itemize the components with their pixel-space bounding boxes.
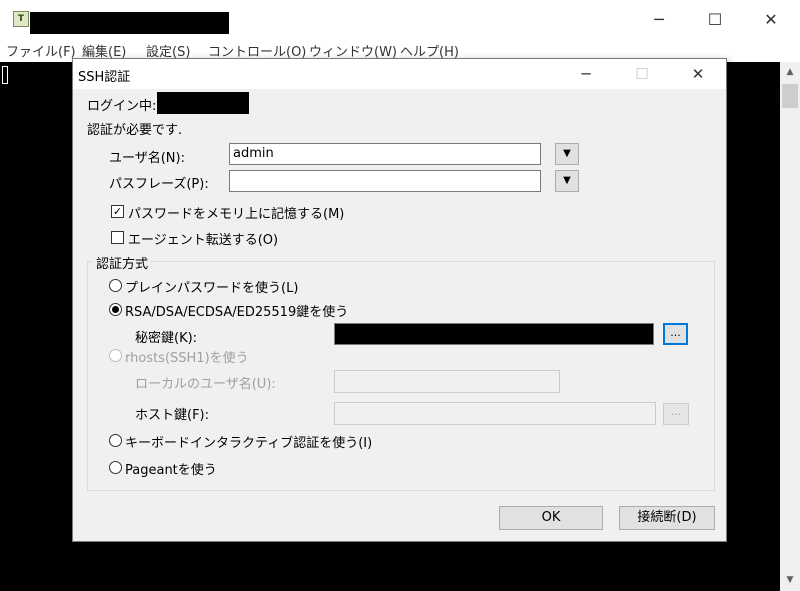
rhosts-label: rhosts(SSH1)を使う	[125, 351, 249, 366]
teraterm-icon: T	[13, 11, 29, 27]
dialog-title: SSH認証	[78, 70, 131, 85]
ssh-auth-dialog: SSH認証 ─ ☐ ✕ ログイン中: 認証が必要です. ユーザ名(N): adm…	[72, 58, 727, 542]
remember-password-checkbox[interactable]: ✓	[111, 205, 124, 218]
host-key-browse-button: ...	[663, 403, 689, 425]
minimize-button[interactable]: ─	[636, 6, 682, 34]
pageant-radio[interactable]	[109, 461, 122, 474]
private-key-browse-button[interactable]: ...	[663, 323, 688, 345]
keyboard-interactive-radio[interactable]	[109, 434, 122, 447]
auth-required-text: 認証が必要です.	[87, 123, 183, 138]
local-user-label: ローカルのユーザ名(U):	[135, 377, 276, 392]
rsa-key-radio[interactable]	[109, 303, 122, 316]
agent-forward-checkbox[interactable]	[111, 231, 124, 244]
agent-forward-label: エージェント転送する(O)	[128, 233, 279, 248]
dialog-titlebar: SSH認証 ─ ☐ ✕	[73, 59, 726, 89]
passphrase-dropdown-icon[interactable]: ▼	[555, 170, 579, 192]
redacted-login-host	[157, 92, 249, 114]
scroll-up-arrow-icon[interactable]: ▲	[780, 62, 800, 82]
remember-password-label: パスワードをメモリ上に記憶する(M)	[128, 207, 345, 222]
plain-password-label: プレインパスワードを使う(L)	[125, 281, 299, 296]
host-key-label: ホスト鍵(F):	[135, 408, 210, 423]
dialog-close-button[interactable]: ✕	[675, 59, 721, 89]
username-label: ユーザ名(N):	[109, 151, 185, 166]
passphrase-label: パスフレーズ(P):	[109, 177, 209, 192]
passphrase-input[interactable]	[229, 170, 541, 192]
scroll-thumb[interactable]	[782, 84, 798, 108]
rhosts-radio	[109, 349, 122, 362]
auth-method-group-label: 認証方式	[93, 253, 152, 272]
host-key-input	[334, 402, 656, 425]
local-user-input	[334, 370, 560, 393]
close-button[interactable]: ✕	[748, 6, 794, 34]
private-key-label: 秘密鍵(K):	[135, 331, 198, 346]
menu-file[interactable]: ファイル(F)	[6, 41, 76, 60]
dialog-maximize-button: ☐	[635, 65, 649, 83]
login-label: ログイン中:	[87, 99, 157, 114]
plain-password-radio[interactable]	[109, 279, 122, 292]
window-titlebar: T ─ ☐ ✕	[0, 0, 800, 38]
private-key-input-redacted[interactable]	[334, 323, 654, 345]
keyboard-interactive-label: キーボードインタラクティブ認証を使う(I)	[125, 436, 373, 451]
ok-button[interactable]: OK	[499, 506, 603, 530]
terminal-cursor	[2, 66, 8, 84]
dialog-minimize-button[interactable]: ─	[563, 59, 609, 89]
disconnect-button[interactable]: 接続断(D)	[619, 506, 715, 530]
username-dropdown-icon[interactable]: ▼	[555, 143, 579, 165]
maximize-button[interactable]: ☐	[692, 6, 738, 34]
vertical-scrollbar[interactable]	[780, 62, 800, 591]
pageant-label: Pageantを使う	[125, 463, 217, 478]
redacted-window-title	[30, 12, 229, 34]
username-input[interactable]: admin	[229, 143, 541, 165]
scroll-down-arrow-icon[interactable]: ▼	[780, 570, 800, 590]
rsa-key-label: RSA/DSA/ECDSA/ED25519鍵を使う	[125, 305, 349, 320]
